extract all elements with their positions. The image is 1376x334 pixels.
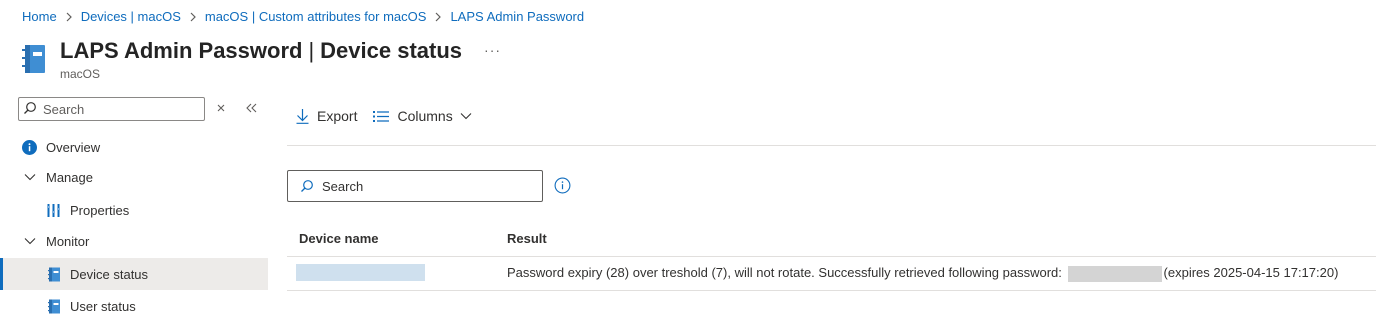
page-title-separator: | xyxy=(308,38,315,63)
export-label: Export xyxy=(317,108,358,124)
more-options-button[interactable]: ··· xyxy=(484,42,501,58)
breadcrumb-laps-admin-password[interactable]: LAPS Admin Password xyxy=(450,9,584,24)
sidebar-item-label: User status xyxy=(70,298,136,314)
result-cell: Password expiry (28) over treshold (7), … xyxy=(507,265,1376,282)
table-row[interactable]: Password expiry (28) over treshold (7), … xyxy=(287,257,1376,291)
redacted-password xyxy=(1067,265,1162,282)
device-status-table: Device name Result Password expiry (28) … xyxy=(287,220,1376,291)
sidebar-search-box[interactable] xyxy=(18,97,205,121)
sidebar-group-monitor[interactable]: Monitor xyxy=(0,225,268,257)
search-icon xyxy=(300,179,314,193)
columns-button[interactable]: Columns xyxy=(373,108,472,124)
column-header-result: Result xyxy=(507,230,547,246)
main-search-box[interactable] xyxy=(287,170,543,202)
toolbar-divider xyxy=(287,145,1376,146)
sidebar-item-overview[interactable]: Overview xyxy=(0,131,268,163)
page-title-rest: Device status xyxy=(320,38,463,63)
info-icon[interactable] xyxy=(554,177,571,197)
chevron-down-icon xyxy=(24,173,36,181)
sidebar-group-label: Manage xyxy=(46,169,93,185)
sidebar-item-label: Properties xyxy=(70,202,130,218)
main-search-input[interactable] xyxy=(322,178,522,194)
page-header: LAPS Admin Password | Device status ··· ma… xyxy=(22,38,501,81)
sidebar-item-label: Overview xyxy=(46,139,101,155)
breadcrumb-home[interactable]: Home xyxy=(22,9,57,24)
breadcrumb: Home Devices | macOS macOS | Custom attr… xyxy=(22,9,584,24)
collapse-sidebar-icon[interactable] xyxy=(246,101,257,116)
device-name-cell xyxy=(287,263,507,284)
info-icon xyxy=(22,139,37,155)
sidebar-search-input[interactable] xyxy=(43,101,193,117)
download-icon xyxy=(296,108,309,124)
chevron-right-icon xyxy=(434,12,442,22)
page-title: LAPS Admin Password | Device status xyxy=(60,38,462,64)
script-icon xyxy=(22,43,48,77)
export-button[interactable]: Export xyxy=(296,108,357,124)
chevron-down-icon xyxy=(24,237,36,245)
sidebar-item-user-status[interactable]: User status xyxy=(0,290,268,322)
properties-icon xyxy=(47,203,60,218)
chevron-down-icon xyxy=(460,112,472,120)
script-icon xyxy=(48,299,60,314)
breadcrumb-devices-macos[interactable]: Devices | macOS xyxy=(81,9,181,24)
redacted-device-name[interactable] xyxy=(296,263,425,281)
search-icon xyxy=(23,101,37,118)
chevron-right-icon xyxy=(189,12,197,22)
breadcrumb-custom-attributes[interactable]: macOS | Custom attributes for macOS xyxy=(205,9,427,24)
sidebar-group-label: Monitor xyxy=(46,233,90,249)
chevron-right-icon xyxy=(65,12,73,22)
column-header-device-name[interactable]: Device name xyxy=(287,231,507,246)
result-text: Password expiry (28) over treshold (7), … xyxy=(507,265,1062,281)
page-subtitle: macOS xyxy=(60,67,101,81)
sidebar-group-manage[interactable]: Manage xyxy=(0,161,268,193)
columns-label: Columns xyxy=(397,108,453,124)
table-header-row: Device name Result xyxy=(287,220,1376,257)
page-title-strong: LAPS Admin Password xyxy=(60,38,303,63)
sidebar-item-label: Device status xyxy=(70,266,149,282)
command-bar: Export Columns xyxy=(287,108,488,124)
script-icon xyxy=(48,267,60,282)
result-expiry: (expires 2025-04-15 17:17:20) xyxy=(1163,265,1339,281)
clear-icon[interactable] xyxy=(216,101,226,116)
sidebar-item-device-status[interactable]: Device status xyxy=(0,258,268,290)
columns-icon xyxy=(373,110,390,123)
sidebar-item-properties[interactable]: Properties xyxy=(0,194,268,226)
